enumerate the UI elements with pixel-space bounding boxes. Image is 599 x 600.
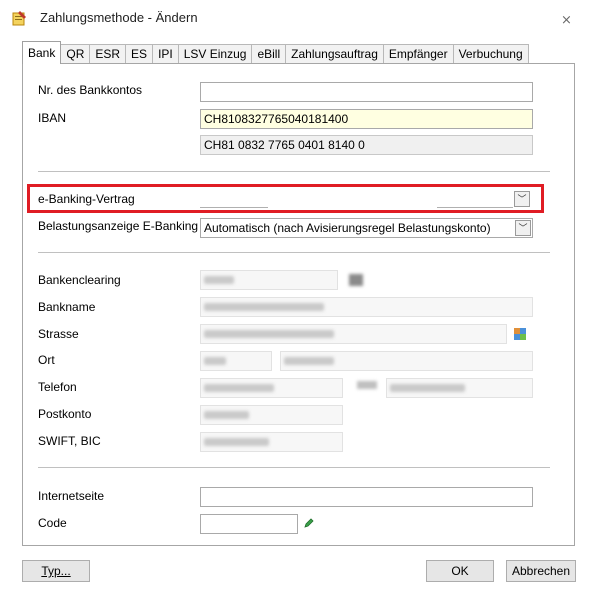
iban-input[interactable]: CH8108327765040181400	[200, 109, 533, 129]
tab-zahlungsauftrag[interactable]: Zahlungsauftrag	[285, 44, 384, 64]
bankname-input[interactable]	[200, 297, 533, 317]
ok-button[interactable]: OK	[426, 560, 494, 582]
strasse-input[interactable]	[200, 324, 507, 344]
plz-input[interactable]	[200, 351, 272, 371]
tab-lsv-einzug[interactable]: LSV Einzug	[177, 44, 253, 64]
chevron-down-icon[interactable]: ﹀	[514, 191, 530, 207]
fax-label	[357, 381, 377, 389]
swift-input[interactable]	[200, 432, 343, 452]
tab-qr[interactable]: QR	[60, 44, 91, 64]
cancel-button[interactable]: Abbrechen	[506, 560, 576, 582]
internetseite-input[interactable]	[200, 487, 533, 507]
ebanking-label: e-Banking-Vertrag	[38, 192, 135, 206]
typ-button-label: Typ...	[41, 564, 71, 578]
postkonto-label: Postkonto	[38, 407, 92, 421]
telefon-label: Telefon	[38, 380, 77, 394]
telefon-input[interactable]	[200, 378, 343, 398]
lookup-icon[interactable]	[349, 274, 363, 286]
postkonto-input[interactable]	[200, 405, 343, 425]
bankenclearing-input[interactable]	[200, 270, 338, 290]
tab-verbuchung[interactable]: Verbuchung	[452, 44, 529, 64]
ort-label: Ort	[38, 353, 55, 367]
internetseite-label: Internetseite	[38, 489, 105, 503]
bankname-label: Bankname	[38, 300, 96, 314]
iban-formatted: CH81 0832 7765 0401 8140 0	[200, 135, 533, 155]
code-input[interactable]	[200, 514, 298, 534]
strasse-label: Strasse	[38, 327, 79, 341]
tab-ipi[interactable]: IPI	[152, 44, 179, 64]
ort-input[interactable]	[280, 351, 533, 371]
swift-label: SWIFT, BIC	[38, 434, 101, 448]
belastung-label: Belastungsanzeige E-Banking	[38, 219, 199, 233]
close-icon[interactable]: ⨯	[561, 12, 572, 28]
iban-label: IBAN	[38, 111, 67, 125]
typ-button[interactable]: Typ...	[22, 560, 90, 582]
form-edit-icon	[10, 10, 28, 26]
tab-es[interactable]: ES	[125, 44, 154, 64]
belastung-select[interactable]: Automatisch (nach Avisierungsregel Belas…	[200, 218, 533, 238]
bankenclearing-label: Bankenclearing	[38, 273, 121, 287]
tab-ebill[interactable]: eBill	[251, 44, 287, 64]
map-icon[interactable]	[514, 328, 526, 340]
code-label: Code	[38, 516, 67, 530]
tab-empfaenger[interactable]: Empfänger	[382, 44, 454, 64]
chevron-down-icon[interactable]: ﹀	[515, 220, 531, 236]
separator	[38, 171, 550, 172]
separator	[38, 467, 550, 468]
account-no-input[interactable]	[200, 82, 533, 102]
edit-icon[interactable]	[304, 517, 314, 528]
separator	[38, 252, 550, 253]
tab-bar: Bank QR ESR ES IPI LSV Einzug eBill Zahl…	[22, 41, 529, 64]
tab-bank[interactable]: Bank	[22, 41, 62, 64]
belastung-value: Automatisch (nach Avisierungsregel Belas…	[204, 221, 491, 235]
window-title: Zahlungsmethode - Ändern	[40, 10, 198, 25]
tab-esr[interactable]: ESR	[89, 44, 127, 64]
account-no-label: Nr. des Bankkontos	[38, 83, 143, 97]
ebanking-select[interactable]: ﹀	[200, 189, 533, 209]
fax-input[interactable]	[386, 378, 533, 398]
